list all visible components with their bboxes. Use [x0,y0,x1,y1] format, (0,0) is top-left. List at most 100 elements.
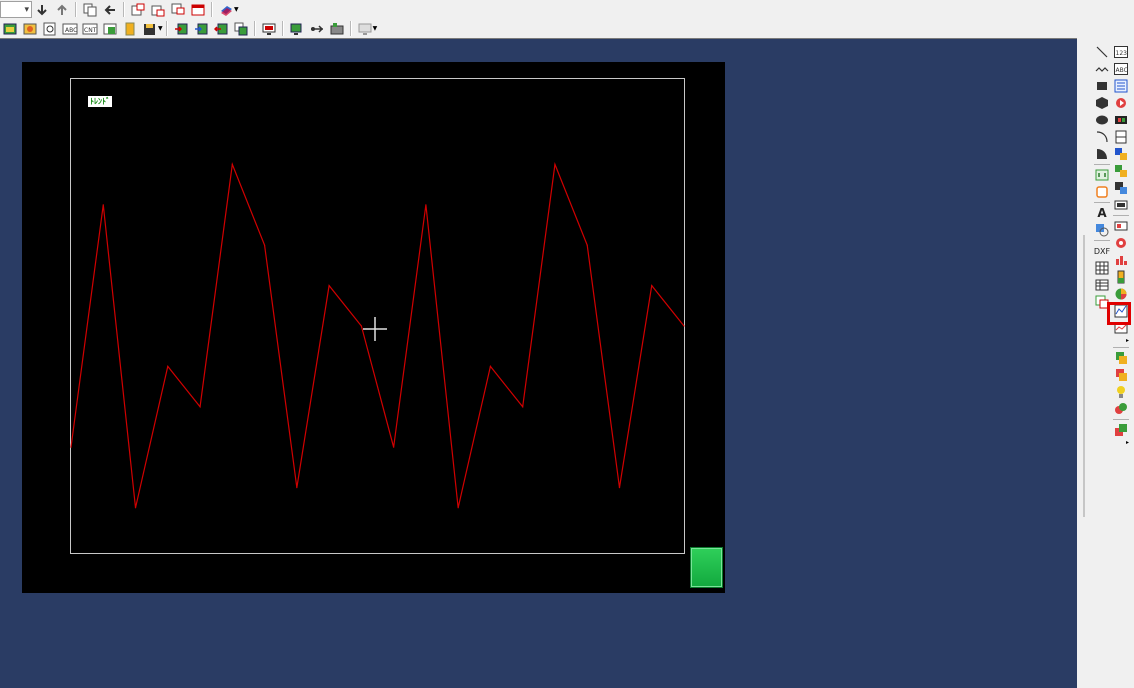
rectangle-icon[interactable] [1094,78,1110,94]
video-icon[interactable] [1113,112,1129,128]
text-icon[interactable]: A [1094,205,1110,221]
level-meter-icon[interactable] [1113,269,1129,285]
dropdown-arrow-icon[interactable]: ▼ [234,6,239,13]
lightbulb-icon[interactable] [1113,384,1129,400]
ellipse-icon[interactable] [1094,112,1110,128]
trend-point [489,365,492,367]
book-icon[interactable] [121,20,139,37]
hmi-screen[interactable]: ﾄﾚﾝﾄﾞ [22,62,725,593]
selected-tool-highlight [1107,302,1131,325]
scrollbar-thumb[interactable] [1083,235,1085,517]
separator [1113,215,1129,216]
frame-icon[interactable] [1094,184,1110,200]
part-c-icon[interactable] [1113,401,1129,417]
arrow-left-icon[interactable] [101,1,119,18]
separator [281,21,284,36]
polygon-icon[interactable] [1094,95,1110,111]
vertical-scrollbar[interactable] [1077,38,1091,687]
separator [165,21,168,36]
trend-point [425,204,427,206]
green-button[interactable] [690,547,723,588]
drawing-palette: A DXF [1094,44,1110,311]
cnt-icon[interactable]: CNT [81,20,99,37]
switch-icon[interactable] [1113,146,1129,162]
text-tool-label: A [1097,206,1107,220]
part-d-icon[interactable] [1113,422,1129,438]
keypad-icon[interactable] [1113,180,1129,196]
line-icon[interactable] [1094,44,1110,60]
trend-point [683,325,685,327]
trend-point [167,365,169,367]
pie-chart-icon[interactable] [1113,286,1129,302]
part-a-icon[interactable] [1113,350,1129,366]
separator [253,21,256,36]
window-c-icon[interactable] [169,1,187,18]
trend-point [231,163,233,165]
sector-icon[interactable] [1094,146,1110,162]
import-icon[interactable] [172,20,190,37]
alarm-icon[interactable] [1113,197,1129,213]
trend-point [522,406,524,408]
toolbar-row-1: ▾ ▼ [0,0,239,19]
table-icon[interactable] [1094,260,1110,276]
abc-icon[interactable]: ABC [61,20,79,37]
lamp-icon[interactable] [1113,163,1129,179]
history-icon[interactable] [1113,218,1129,234]
panel-icon[interactable] [1113,129,1129,145]
dropdown-arrow-icon[interactable]: ▼ [373,25,378,32]
expand-arrow-icon[interactable]: ▸ [1113,439,1129,447]
network-icon[interactable] [288,20,306,37]
copy-screen-icon[interactable] [81,1,99,18]
chevron-down-icon: ▾ [24,4,29,15]
expand-arrow-icon[interactable]: ▸ [1113,337,1129,345]
sound-icon[interactable] [1113,95,1129,111]
paint-icon[interactable] [1094,222,1110,238]
separator [1113,347,1129,348]
polyline-icon[interactable] [1094,61,1110,77]
arrow-up-icon[interactable] [53,1,71,18]
copy-transfer-icon[interactable] [232,20,250,37]
preview-icon[interactable] [41,20,59,37]
display-settings-icon[interactable] [356,20,374,37]
recipe-icon[interactable] [1113,235,1129,251]
separator [1094,164,1110,165]
trend-point [393,446,395,448]
trend-point [328,285,330,287]
monitor-icon[interactable] [260,20,278,37]
separator [1113,419,1129,420]
window-screen-icon[interactable] [101,20,119,37]
part-b-icon[interactable] [1113,367,1129,383]
window-d-icon[interactable] [189,1,207,18]
layer-icon[interactable] [217,1,235,18]
trend-point [651,285,653,287]
grid-table-icon[interactable] [1094,277,1110,293]
dxf-icon[interactable]: DXF [1094,243,1110,259]
dropdown-arrow-icon[interactable]: ▼ [158,25,163,32]
window-b-icon[interactable] [149,1,167,18]
screen-combo[interactable]: ▾ [0,1,32,18]
bar-graph-icon[interactable] [1113,252,1129,268]
export-icon[interactable] [192,20,210,37]
separator [1094,202,1110,203]
window-a-icon[interactable] [129,1,147,18]
save-icon[interactable] [141,20,159,37]
bit-switch-icon[interactable] [1094,167,1110,183]
list-icon[interactable] [1113,78,1129,94]
abc-display-icon[interactable]: ABC [1113,61,1129,77]
trend-point [296,487,298,489]
usb-icon[interactable] [308,20,326,37]
settings-icon[interactable] [328,20,346,37]
trend-point [263,244,266,246]
arc-icon[interactable] [1094,129,1110,145]
screen-open-icon[interactable] [1,20,19,37]
screen-edit-icon[interactable] [21,20,39,37]
trend-point [134,507,137,509]
trend-point [102,204,104,206]
arrow-down-icon[interactable] [33,1,51,18]
transfer-icon[interactable] [212,20,230,37]
abc-display-label: ABC [1116,67,1128,74]
numeric-display-label: 123 [1116,50,1128,57]
separator [349,21,352,36]
svg-text:ABC: ABC [65,27,77,34]
numeric-display-icon[interactable]: 123 [1113,44,1129,60]
